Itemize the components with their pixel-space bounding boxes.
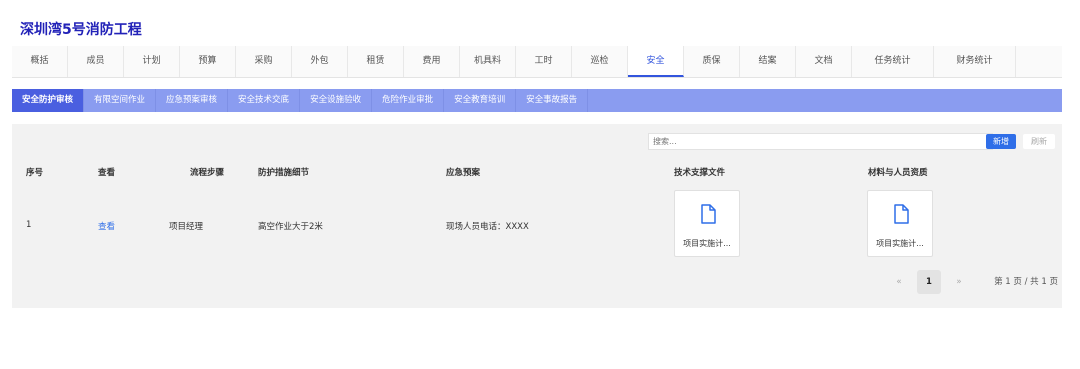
pager-next-button[interactable]: »	[948, 270, 970, 294]
sub-tab-bar: 安全防护审核 有限空间作业 应急预案审核 安全技术交底 安全设施验收 危险作业审…	[12, 89, 1062, 112]
col-header-detail: 防护措施细节	[258, 168, 310, 178]
col-header-step: 流程步骤	[190, 168, 225, 178]
subtab-safety-training[interactable]: 安全教育培训	[444, 89, 517, 112]
tab-overview[interactable]: 概括	[12, 46, 68, 77]
pager-page-1[interactable]: 1	[917, 270, 941, 294]
tab-members[interactable]: 成员	[68, 46, 124, 77]
tab-budget[interactable]: 预算	[180, 46, 236, 77]
content-panel: 新增 刷新 序号 查看 流程步骤 防护措施细节 应急预案 技术支撑文件 材料与人…	[12, 124, 1062, 308]
tab-expenses[interactable]: 费用	[404, 46, 460, 77]
subtab-emergency-plan[interactable]: 应急预案审核	[156, 89, 229, 112]
tab-closure[interactable]: 结案	[740, 46, 796, 77]
col-header-index: 序号	[26, 168, 44, 178]
pager-prev-button[interactable]: «	[888, 270, 910, 294]
pager-info: 第 1 页 / 共 1 页	[994, 277, 1058, 287]
subtab-accident-report[interactable]: 安全事故报告	[516, 89, 589, 112]
tech-file-name: 项目实施计...	[683, 239, 731, 248]
add-button[interactable]: 新增	[986, 134, 1016, 149]
subtab-confined-space[interactable]: 有限空间作业	[84, 89, 157, 112]
tab-purchase[interactable]: 采购	[236, 46, 292, 77]
project-title: 深圳湾5号消防工程	[20, 22, 142, 38]
tech-file-card[interactable]: 项目实施计...	[674, 190, 740, 257]
subtab-facility-acceptance[interactable]: 安全设施验收	[300, 89, 373, 112]
tab-task-stats[interactable]: 任务统计	[852, 46, 934, 77]
col-header-view: 查看	[98, 168, 116, 178]
material-file-card[interactable]: 项目实施计...	[867, 190, 933, 257]
main-tab-bar: 概括 成员 计划 预算 采购 外包 租赁 费用 机具料 工时 巡检 安全 质保 …	[12, 46, 1062, 78]
tab-outsource[interactable]: 外包	[292, 46, 348, 77]
tab-work-hours[interactable]: 工时	[516, 46, 572, 77]
cell-detail: 高空作业大于2米	[258, 222, 323, 232]
refresh-button[interactable]: 刷新	[1023, 134, 1055, 149]
subtab-hazard-approval[interactable]: 危险作业审批	[372, 89, 445, 112]
search-input[interactable]	[648, 133, 993, 150]
col-header-plan: 应急预案	[446, 168, 481, 178]
tab-safety[interactable]: 安全	[628, 46, 684, 77]
tab-warranty[interactable]: 质保	[684, 46, 740, 77]
document-icon	[701, 204, 716, 224]
subtab-protection-review[interactable]: 安全防护审核	[12, 89, 85, 112]
col-header-material: 材料与人员资质	[868, 168, 928, 178]
tab-documents[interactable]: 文档	[796, 46, 852, 77]
view-link[interactable]: 查看	[98, 220, 115, 232]
tab-rental[interactable]: 租赁	[348, 46, 404, 77]
cell-step: 项目经理	[169, 222, 204, 232]
material-file-name: 项目实施计...	[876, 239, 924, 248]
tab-equipment[interactable]: 机具料	[460, 46, 516, 77]
cell-plan: 现场人员电话：XXXX	[446, 222, 529, 232]
subtab-tech-briefing[interactable]: 安全技术交底	[228, 89, 301, 112]
cell-index: 1	[26, 220, 32, 230]
document-icon	[894, 204, 909, 224]
tab-inspection[interactable]: 巡检	[572, 46, 628, 77]
col-header-tech-file: 技术支撑文件	[674, 168, 726, 178]
tab-finance-stats[interactable]: 财务统计	[934, 46, 1016, 77]
tab-plan[interactable]: 计划	[124, 46, 180, 77]
